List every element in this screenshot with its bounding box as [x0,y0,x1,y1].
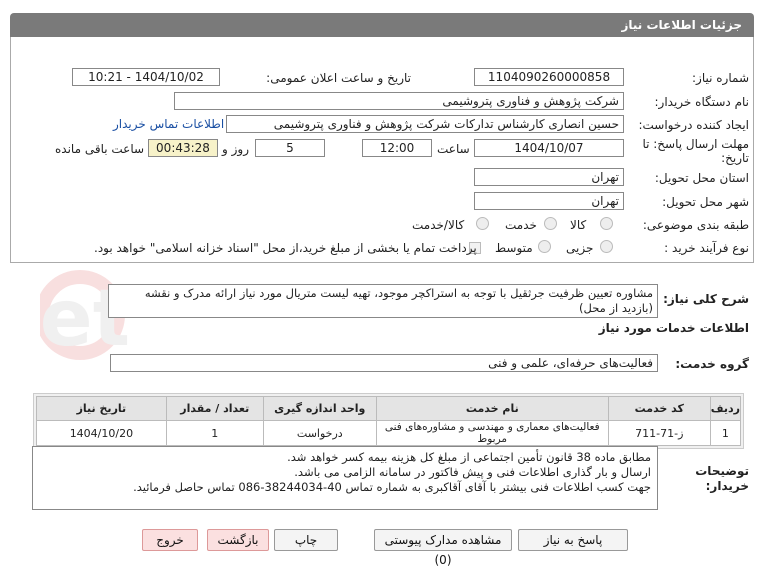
col-unit: واحد اندازه گیری [262,396,377,421]
description-textarea[interactable]: مشاوره تعیین ظرفیت جرثقیل با توجه به است… [108,284,658,318]
buyer-notes-label-2: خریدار: [705,479,749,493]
days-field[interactable]: 5 [255,139,325,157]
deadline-time-label: ساعت [437,142,470,156]
category-goods-service-radio[interactable] [476,216,489,230]
cell-qty: 1 [165,420,264,446]
services-table-wrap: ردیف کد خدمت نام خدمت واحد اندازه گیری ت… [33,393,744,449]
deadline-date-field[interactable]: 1404/10/07 [474,139,624,157]
category-service-radio[interactable] [544,216,557,230]
buyer-contact-link[interactable]: اطلاعات تماس خریدار [113,117,224,131]
col-code: کد خدمت [607,396,711,421]
process-minor-radio[interactable] [600,239,613,253]
buyer-org-field[interactable]: شرکت پژوهش و فناوری پتروشیمی [174,92,624,110]
description-line-1: مشاوره تعیین ظرفیت جرثقیل با توجه به است… [144,286,653,300]
category-service-label: خدمت [505,218,537,232]
col-name: نام خدمت [375,396,609,421]
buyer-notes-textarea[interactable]: مطابق ماده 38 قانون تأمین اجتماعی از مبل… [32,446,658,510]
description-label: شرح کلی نیاز: [663,292,749,306]
buyer-notes-label: توضیحات [695,464,749,478]
col-row: ردیف [709,396,742,421]
need-details-page: AriaTender.net جزئیات اطلاعات نیاز شماره… [0,0,761,567]
category-goods-label: کالا [570,218,587,232]
page-title: جزئیات اطلاعات نیاز [10,13,754,37]
deadline-time-field[interactable]: 12:00 [362,139,432,157]
services-table: ردیف کد خدمت نام خدمت واحد اندازه گیری ت… [36,396,742,446]
exit-button[interactable]: خروج [142,529,198,551]
category-label: طبقه بندی موضوعی: [642,218,749,232]
payment-note: پرداخت تمام یا بخشی از مبلغ خرید،از محل … [94,241,477,255]
buyer-notes-line-1: مطابق ماده 38 قانون تأمین اجتماعی از مبل… [287,450,651,464]
city-field[interactable]: تهران [474,192,624,210]
process-medium-label: متوسط [495,241,533,255]
description-line-2: (بازدید از محل) [579,301,653,315]
attachments-button[interactable]: مشاهده مدارک پیوستی (0) [374,529,512,567]
table-row[interactable]: 1 ز-71-711 فعالیت‌های معماری و مهندسی و … [36,420,742,446]
cell-row: 1 [709,420,742,446]
process-medium-radio[interactable] [538,239,551,253]
category-goods-service-label: کالا/خدمت [412,218,465,232]
col-date: تاریخ نیاز [36,396,167,421]
buyer-notes-line-3: جهت کسب اطلاعات فنی بیشتر با آقای آقاکبر… [133,480,651,494]
creator-label: ایجاد کننده درخواست: [638,118,749,132]
deadline-label-date: تاریخ: [721,151,749,165]
announce-date-field[interactable]: 1404/10/02 - 10:21 [72,68,220,86]
city-label: شهر محل تحویل: [662,195,749,209]
back-button[interactable]: بازگشت [207,529,269,551]
category-goods-radio[interactable] [600,216,613,230]
remaining-time-field: 00:43:28 [148,139,218,157]
cell-code: ز-71-711 [607,420,711,446]
table-header-row: ردیف کد خدمت نام خدمت واحد اندازه گیری ت… [36,396,742,421]
buyer-notes-line-2: ارسال و بار گذاری اطلاعات فنی و پیش فاکت… [294,465,651,479]
process-type-label: نوع فرآیند خرید : [664,241,749,255]
cell-unit: درخواست [262,420,377,446]
service-group-label: گروه خدمت: [675,357,749,371]
province-field[interactable]: تهران [474,168,624,186]
col-qty: تعداد / مقدار [165,396,264,421]
days-label: روز و [222,142,249,156]
remaining-label: ساعت باقی مانده [55,142,145,156]
buyer-org-label: نام دستگاه خریدار: [654,95,750,109]
need-number-field[interactable]: 1104090260000858 [474,68,624,86]
province-label: استان محل تحویل: [654,171,749,185]
creator-field[interactable]: حسین انصاری کارشناس تدارکات شرکت پژوهش و… [226,115,624,133]
services-section-title: اطلاعات خدمات مورد نیاز [598,321,749,335]
cell-date: 1404/10/20 [36,420,167,446]
service-group-field[interactable]: فعالیت‌های حرفه‌ای، علمی و فنی [110,354,658,372]
need-number-label: شماره نیاز: [692,71,749,85]
announce-date-label: تاریخ و ساعت اعلان عمومی: [266,71,411,85]
cell-name: فعالیت‌های معماری و مهندسی و مشاوره‌های … [375,420,609,446]
deadline-label: مهلت ارسال پاسخ: تا [642,137,749,151]
process-minor-label: جزیی [566,241,594,255]
reply-button[interactable]: پاسخ به نیاز [518,529,628,551]
print-button[interactable]: چاپ [274,529,338,551]
